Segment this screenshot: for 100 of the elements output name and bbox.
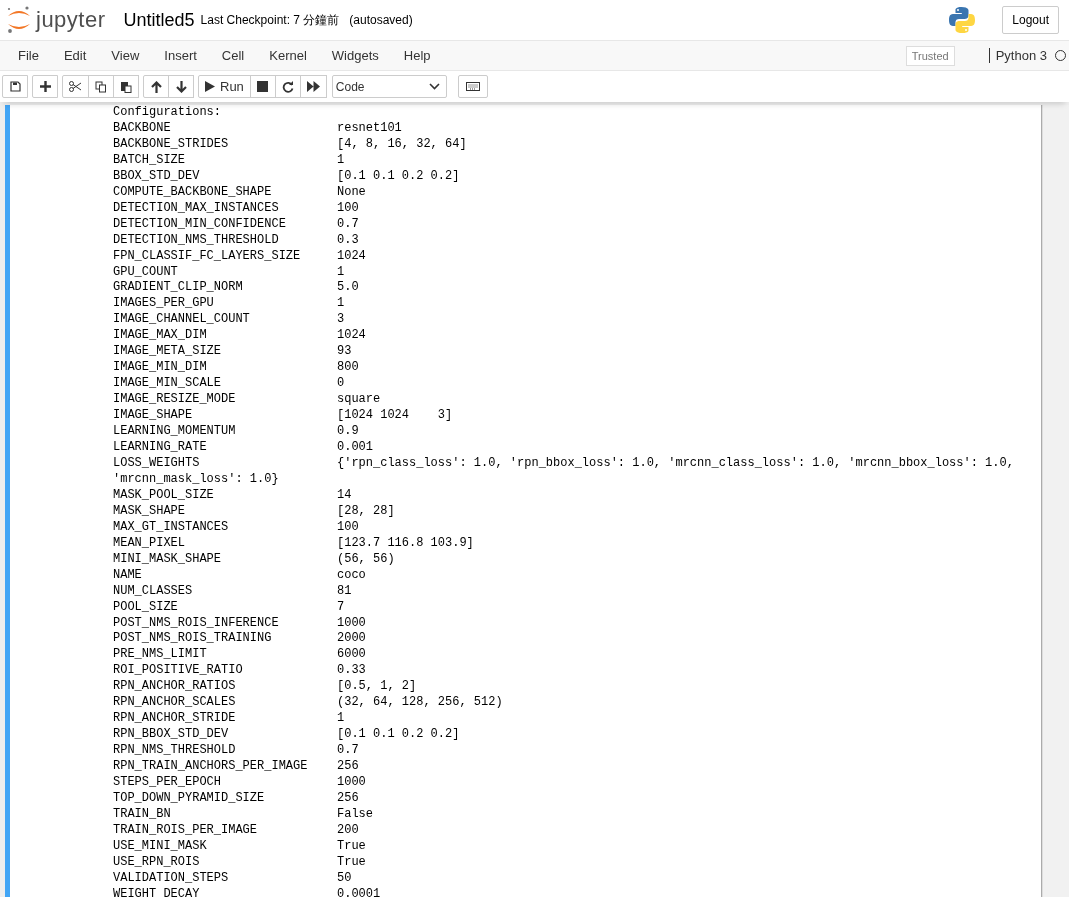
arrow-down-icon	[175, 80, 187, 93]
run-button[interactable]: Run	[198, 75, 251, 98]
config-value: 1000	[337, 615, 366, 632]
config-key: STEPS_PER_EPOCH	[113, 775, 337, 791]
menu-item[interactable]: File	[7, 48, 51, 63]
config-key: USE_RPN_ROIS	[113, 854, 337, 871]
config-key: NAME	[113, 567, 337, 584]
notebook-name[interactable]: Untitled5	[123, 9, 195, 31]
config-key: COMPUTE_BACKBONE_SHAPE	[113, 184, 337, 201]
move-up-button[interactable]	[143, 75, 169, 98]
menu-item[interactable]: Widgets	[320, 48, 391, 63]
config-value: 93	[337, 344, 352, 361]
config-value: 2000	[337, 631, 366, 648]
menu-item[interactable]: Cell	[210, 48, 257, 63]
logo-text[interactable]: jupyter	[36, 7, 106, 33]
config-key: RPN_BBOX_STD_DEV	[113, 727, 337, 744]
config-key: IMAGE_SHAPE	[113, 408, 337, 425]
config-key: MAX_GT_INSTANCES	[113, 519, 337, 536]
trusted-badge[interactable]: Trusted	[905, 45, 955, 66]
config-value: [123.7 116.8 103.9]	[337, 535, 474, 552]
cut-button[interactable]	[62, 75, 89, 98]
kernel-name[interactable]: Python 3	[988, 48, 1047, 63]
config-value: square	[337, 392, 381, 409]
config-value: 0.7	[337, 743, 359, 760]
config-value: 0.7	[337, 216, 359, 233]
logout-button[interactable]: Logout	[1002, 6, 1059, 34]
config-value: 0.33	[337, 663, 366, 680]
restart-button[interactable]	[274, 75, 301, 98]
config-value: False	[337, 806, 373, 823]
config-value: {'rpn_class_loss': 1.0, 'rpn_bbox_loss': 1.0, 'mrcnn_class_loss': 1.0, 'mrcnn_bbox_loss': 1.0,	[337, 455, 1014, 472]
config-value: [4, 8, 16, 32, 64]	[337, 136, 467, 153]
config-key: POST_NMS_ROIS_TRAINING	[113, 631, 337, 648]
paste-icon	[120, 80, 132, 93]
config-value: 0	[337, 376, 345, 393]
config-key: IMAGE_MAX_DIM	[113, 328, 337, 345]
config-key: IMAGE_CHANNEL_COUNT	[113, 312, 337, 329]
paste-button[interactable]	[113, 75, 139, 98]
config-value: 3	[337, 312, 345, 329]
move-down-button[interactable]	[168, 75, 194, 98]
config-key: LOSS_WEIGHTS	[113, 455, 337, 472]
config-value: 0.001	[337, 440, 373, 456]
keyboard-icon	[465, 82, 480, 91]
config-value: [0.1 0.1 0.2 0.2]	[337, 727, 460, 744]
config-key: IMAGE_META_SIZE	[113, 344, 337, 361]
config-value: True	[337, 854, 366, 871]
save-button[interactable]	[2, 75, 28, 98]
config-value: 200	[337, 822, 359, 839]
config-value: [1024 1024 3]	[337, 408, 453, 425]
config-key: BACKBONE	[113, 120, 337, 137]
cell-type-dropdown[interactable]: Code	[331, 75, 447, 98]
config-key: TOP_DOWN_PYRAMID_SIZE	[113, 791, 337, 807]
config-key: TRAIN_ROIS_PER_IMAGE	[113, 822, 337, 839]
config-key: MINI_MASK_SHAPE	[113, 551, 337, 568]
config-key: DETECTION_MIN_CONFIDENCE	[113, 216, 337, 233]
config-key: BATCH_SIZE	[113, 152, 337, 169]
menu-item[interactable]: Insert	[153, 48, 209, 63]
config-key: MASK_SHAPE	[113, 503, 337, 520]
menu-item[interactable]: View	[100, 48, 152, 63]
copy-icon	[95, 80, 107, 93]
config-key: RPN_TRAIN_ANCHORS_PER_IMAGE	[113, 759, 337, 776]
add-cell-button[interactable]	[32, 75, 58, 98]
config-key: LEARNING_RATE	[113, 440, 337, 456]
config-value: 'mrcnn_mask_loss': 1.0}	[113, 471, 280, 488]
config-value: 1024	[337, 328, 366, 345]
stop-button[interactable]	[249, 75, 276, 98]
config-key: POOL_SIZE	[113, 599, 337, 616]
autosave-status: (autosaved)	[349, 13, 413, 27]
config-key: LEARNING_MOMENTUM	[113, 424, 337, 440]
config-key: IMAGE_RESIZE_MODE	[113, 392, 337, 409]
config-value: [0.1 0.1 0.2 0.2]	[337, 168, 460, 185]
menu-item[interactable]: Kernel	[258, 48, 319, 63]
config-key: PRE_NMS_LIMIT	[113, 647, 337, 664]
config-value: 6000	[337, 647, 366, 664]
config-key: POST_NMS_ROIS_INFERENCE	[113, 615, 337, 632]
config-value: 1024	[337, 248, 366, 265]
config-value: 256	[337, 759, 359, 776]
save-icon	[9, 81, 21, 92]
config-key: MEAN_PIXEL	[113, 535, 337, 552]
config-key: VALIDATION_STEPS	[113, 870, 337, 887]
checkpoint-status: Last Checkpoint: 7 分鐘前	[200, 11, 340, 29]
config-value: 5.0	[337, 280, 359, 297]
copy-button[interactable]	[88, 75, 114, 98]
config-key: WEIGHT_DECAY	[113, 886, 337, 897]
config-key: RPN_NMS_THRESHOLD	[113, 743, 337, 760]
run-all-button[interactable]	[299, 75, 327, 98]
restart-icon	[281, 80, 294, 93]
config-key: GPU_COUNT	[113, 264, 337, 281]
stop-icon	[257, 81, 269, 92]
config-key: IMAGE_MIN_SCALE	[113, 376, 337, 393]
config-value: 14	[337, 487, 352, 504]
keyboard-button[interactable]	[457, 75, 488, 98]
logo-icon	[948, 6, 977, 34]
config-key: MASK_POOL_SIZE	[113, 487, 337, 504]
menu-item[interactable]: Edit	[52, 48, 99, 63]
config-value: 0.3	[337, 232, 359, 249]
menu-item[interactable]: Help	[392, 48, 443, 63]
config-key: IMAGE_MIN_DIM	[113, 360, 337, 377]
config-key: BACKBONE_STRIDES	[113, 136, 337, 153]
config-key: ROI_POSITIVE_RATIO	[113, 663, 337, 680]
chevron-down-icon	[428, 83, 440, 90]
